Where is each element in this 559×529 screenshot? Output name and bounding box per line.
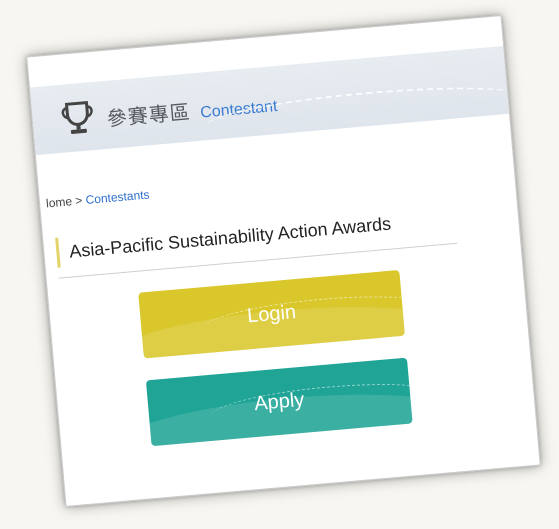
section-title: Asia-Pacific Sustainability Action Award…	[55, 201, 470, 268]
header-banner: 參賽專區 Contestant	[29, 46, 510, 156]
trophy-icon	[57, 98, 98, 139]
breadcrumb-current-link[interactable]: Contestants	[85, 187, 150, 207]
apply-button[interactable]: Apply	[145, 357, 413, 447]
login-button-label: Login	[246, 300, 297, 327]
apply-button-label: Apply	[253, 388, 306, 415]
page-title-chinese: 參賽專區	[105, 99, 192, 131]
page-card: 參賽專區 Contestant lome > Contestants Asia-…	[26, 15, 541, 507]
login-button[interactable]: Login	[138, 269, 405, 359]
page-title-english: Contestant	[199, 97, 279, 122]
breadcrumb: lome > Contestants	[45, 187, 150, 210]
breadcrumb-home-link[interactable]: lome	[45, 194, 72, 210]
breadcrumb-separator: >	[71, 193, 87, 209]
page-title: 參賽專區 Contestant	[106, 88, 279, 132]
